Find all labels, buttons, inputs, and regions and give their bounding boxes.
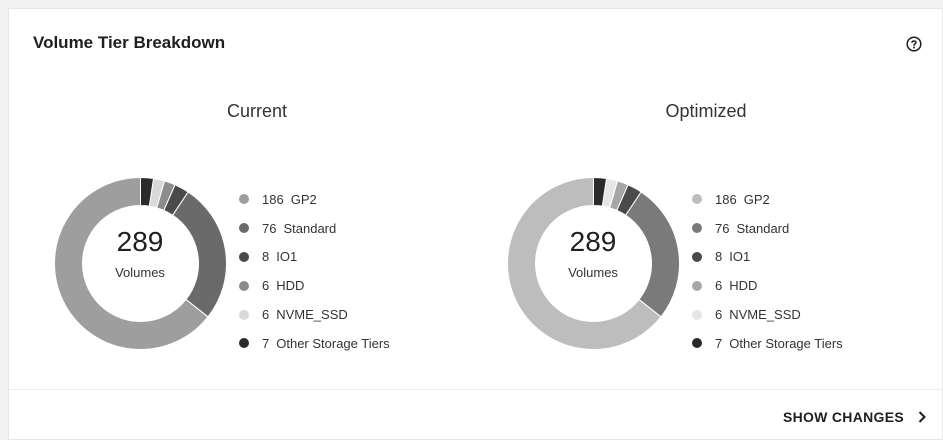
optimized-volumes-label: Volumes <box>568 265 618 280</box>
legend-count: 7 <box>715 335 723 351</box>
show-changes-button[interactable]: SHOW CHANGES <box>783 409 926 425</box>
legend-count: 7 <box>262 335 270 351</box>
legend-swatch <box>692 194 702 205</box>
legend-count: 186 <box>715 191 737 207</box>
current-chart-title: Current <box>226 101 288 121</box>
legend-label: Other Storage Tiers <box>276 335 390 351</box>
legend-swatch <box>692 223 702 234</box>
current-volumes-label: Volumes <box>115 265 165 280</box>
legend-count: 6 <box>262 307 270 323</box>
legend-item: 76 Standard <box>239 214 390 243</box>
legend-label: NVME_SSD <box>276 307 348 323</box>
show-changes-label: SHOW CHANGES <box>782 409 904 425</box>
optimized-total-volumes: 289 <box>569 226 617 257</box>
legend-item: 186 GP2 <box>692 185 843 214</box>
legend-item: 6 NVME_SSD <box>239 300 390 329</box>
optimized-legend: 186 GP2 76 Standard 8 IO1 6 HDD 6 NVME_SSD 7 Other … <box>692 185 843 358</box>
footer-divider <box>9 389 942 390</box>
legend-label: Standard <box>736 220 790 236</box>
current-total-volumes: 289 <box>116 226 164 257</box>
current-legend: 186 GP2 76 Standard 8 IO1 6 HDD 6 NVME_SSD 7 Other … <box>239 185 390 358</box>
legend-swatch <box>239 251 249 262</box>
legend-label: HDD <box>276 278 305 294</box>
legend-swatch <box>239 280 249 291</box>
legend-item: 6 HDD <box>239 271 390 300</box>
legend-count: 6 <box>715 278 723 294</box>
legend-swatch <box>692 338 702 349</box>
legend-count: 6 <box>715 307 723 323</box>
legend-item: 6 NVME_SSD <box>692 300 843 329</box>
current-donut-chart <box>54 176 227 350</box>
volume-tier-card: Volume Tier Breakdown Current 289 Volume… <box>8 8 943 440</box>
optimized-donut-chart <box>507 176 680 350</box>
legend-count: 186 <box>262 191 284 207</box>
legend-label: Other Storage Tiers <box>729 335 843 351</box>
legend-swatch <box>239 223 249 234</box>
legend-label: GP2 <box>290 191 317 207</box>
legend-item: 7 Other Storage Tiers <box>692 329 843 358</box>
legend-label: HDD <box>729 278 758 294</box>
legend-swatch <box>239 309 249 320</box>
legend-item: 8 IO1 <box>239 243 390 272</box>
legend-swatch <box>692 280 702 291</box>
legend-item: 6 HDD <box>692 271 843 300</box>
legend-swatch <box>692 309 702 320</box>
optimized-chart-title: Optimized <box>665 101 747 121</box>
legend-label: Standard <box>283 220 337 236</box>
legend-item: 8 IO1 <box>692 243 843 272</box>
legend-label: IO1 <box>276 249 298 265</box>
legend-count: 8 <box>262 249 270 265</box>
legend-label: IO1 <box>729 249 751 265</box>
legend-count: 8 <box>715 249 723 265</box>
legend-count: 76 <box>715 220 730 236</box>
card-title: Volume Tier Breakdown <box>33 33 226 52</box>
legend-item: 186 GP2 <box>239 185 390 214</box>
legend-swatch <box>692 251 702 262</box>
question-circle-icon[interactable] <box>906 36 922 52</box>
legend-count: 76 <box>262 220 277 236</box>
legend-count: 6 <box>262 278 270 294</box>
legend-item: 7 Other Storage Tiers <box>239 329 390 358</box>
legend-label: GP2 <box>743 191 770 207</box>
legend-item: 76 Standard <box>692 214 843 243</box>
legend-swatch <box>239 338 249 349</box>
chevron-right-icon <box>918 411 926 423</box>
legend-label: NVME_SSD <box>729 307 801 323</box>
legend-swatch <box>239 194 249 205</box>
